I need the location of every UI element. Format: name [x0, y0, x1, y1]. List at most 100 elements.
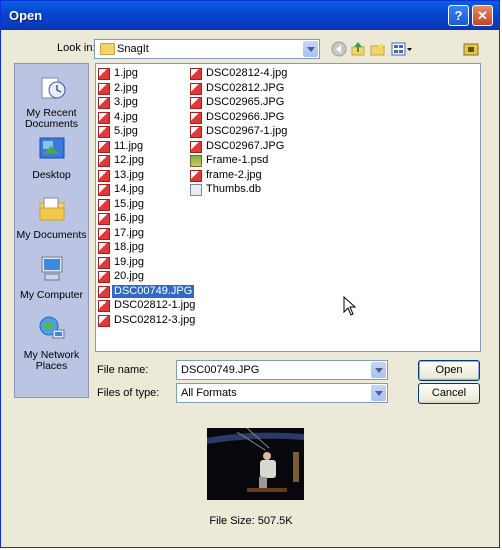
place-desktop[interactable]: Desktop: [15, 134, 88, 181]
views-menu-icon[interactable]: [391, 41, 413, 57]
recent-documents-icon: [41, 77, 65, 99]
image-file-icon: [190, 126, 202, 138]
file-name: 15.jpg: [114, 197, 144, 210]
image-file-icon: [190, 68, 202, 80]
image-file-icon: [98, 97, 110, 109]
image-file-icon: [98, 314, 110, 327]
desktop-icon: [39, 137, 64, 159]
chevron-down-icon[interactable]: [371, 362, 386, 378]
file-name: DSC02812-3.jpg: [114, 313, 196, 326]
look-in-dropdown[interactable]: SnagIt: [94, 39, 320, 59]
file-name: DSC02967.JPG: [206, 139, 285, 152]
file-name: 2.jpg: [114, 81, 138, 94]
image-file-icon: [190, 97, 202, 109]
files-of-type-dropdown[interactable]: All Formats: [176, 383, 388, 403]
file-name: 18.jpg: [114, 241, 144, 253]
back-icon[interactable]: [331, 41, 347, 57]
close-button[interactable]: ✕: [472, 5, 493, 26]
new-folder-icon[interactable]: [370, 41, 386, 57]
file-name: 5.jpg: [114, 125, 138, 137]
image-file-icon: [98, 169, 110, 182]
image-file-icon: [98, 82, 110, 95]
title-bar[interactable]: Open ? ✕: [1, 1, 499, 30]
image-file-icon: [98, 285, 110, 298]
image-file-icon: [190, 140, 202, 153]
cancel-button[interactable]: Cancel: [418, 383, 480, 404]
image-file-icon: [98, 271, 110, 283]
image-file-icon: [190, 82, 202, 95]
image-file-icon: [190, 111, 202, 124]
place-my-network-places[interactable]: My Network Places: [15, 314, 88, 372]
places-bar: My Recent Documents Desktop My Documents…: [14, 63, 89, 398]
image-file-icon: [98, 242, 110, 254]
image-file-icon: [98, 111, 110, 124]
file-name: 19.jpg: [114, 255, 144, 268]
file-name: 13.jpg: [114, 168, 144, 181]
place-label: My Computer: [19, 289, 83, 301]
place-recent-documents[interactable]: My Recent Documents: [15, 72, 88, 130]
chevron-down-icon[interactable]: [371, 385, 386, 401]
folder-icon: [100, 43, 115, 55]
image-file-icon: [98, 300, 110, 312]
db-file-icon: [190, 184, 202, 196]
image-file-icon: [98, 155, 110, 167]
image-file-icon: [98, 227, 110, 240]
mouse-cursor-icon: [343, 296, 357, 316]
image-file-icon: [98, 256, 110, 269]
file-name: Thumbs.db: [206, 183, 262, 195]
file-name-label: File name:: [97, 364, 149, 376]
window-title: Open: [9, 8, 43, 23]
image-file-icon: [98, 213, 110, 225]
file-name: Frame-1.psd: [206, 154, 269, 166]
look-in-label: Look in:: [57, 42, 96, 54]
place-label: My Recent Documents: [24, 107, 79, 130]
file-name: frame-2.jpg: [206, 168, 262, 181]
file-name: DSC02812.JPG: [206, 81, 285, 94]
look-in-value: SnagIt: [117, 43, 149, 55]
psd-file-icon: [190, 155, 202, 167]
place-label: My Network Places: [23, 349, 80, 372]
file-list[interactable]: 1.jpg 2.jpg 3.jpg 4.jpg 5.jpg 11.jpg 12.jpg 13.…: [95, 63, 481, 352]
my-computer-icon: [41, 256, 62, 281]
file-name: 16.jpg: [114, 212, 144, 224]
place-label: My Documents: [16, 229, 87, 241]
file-name: 12.jpg: [114, 154, 144, 166]
file-name: 4.jpg: [114, 110, 138, 123]
files-of-type-label: Files of type:: [97, 387, 160, 399]
network-places-icon: [39, 316, 64, 339]
help-button[interactable]: ?: [448, 5, 469, 26]
file-name-value: DSC00749.JPG: [181, 364, 260, 376]
file-name: DSC02965.JPG: [206, 96, 285, 108]
extra-folder-icon[interactable]: [463, 41, 479, 57]
chevron-down-icon[interactable]: [303, 41, 318, 57]
file-name: 20.jpg: [114, 270, 144, 282]
my-documents-icon: [39, 197, 64, 221]
file-name-input[interactable]: DSC00749.JPG: [176, 360, 388, 380]
place-label: Desktop: [32, 169, 71, 181]
file-name: 3.jpg: [114, 96, 138, 108]
up-folder-icon[interactable]: [350, 41, 366, 57]
file-name: 17.jpg: [114, 226, 144, 239]
place-my-computer[interactable]: My Computer: [15, 254, 88, 301]
image-file-icon: [98, 126, 110, 138]
image-file-icon: [98, 184, 110, 196]
image-file-icon: [98, 198, 110, 211]
file-name: DSC02967-1.jpg: [206, 125, 288, 137]
file-name: DSC00749.JPG: [112, 284, 195, 298]
open-dialog: Open ? ✕ Look in: SnagIt My Recent Docum…: [0, 0, 500, 548]
file-name: 11.jpg: [114, 139, 144, 152]
preview-photo: [207, 428, 304, 500]
file-name: DSC02966.JPG: [206, 110, 285, 123]
file-name: DSC02812-1.jpg: [114, 299, 196, 311]
image-preview: [207, 428, 304, 500]
image-file-icon: [98, 140, 110, 153]
files-of-type-value: All Formats: [181, 387, 237, 399]
file-size-label: File Size: 507.5K: [209, 515, 293, 527]
image-file-icon: [190, 169, 202, 182]
file-name: 1.jpg: [114, 67, 138, 79]
place-my-documents[interactable]: My Documents: [15, 194, 88, 241]
image-file-icon: [98, 68, 110, 80]
open-button[interactable]: Open: [418, 360, 480, 381]
file-name: DSC02812-4.jpg: [206, 67, 288, 79]
file-name: 14.jpg: [114, 183, 144, 195]
